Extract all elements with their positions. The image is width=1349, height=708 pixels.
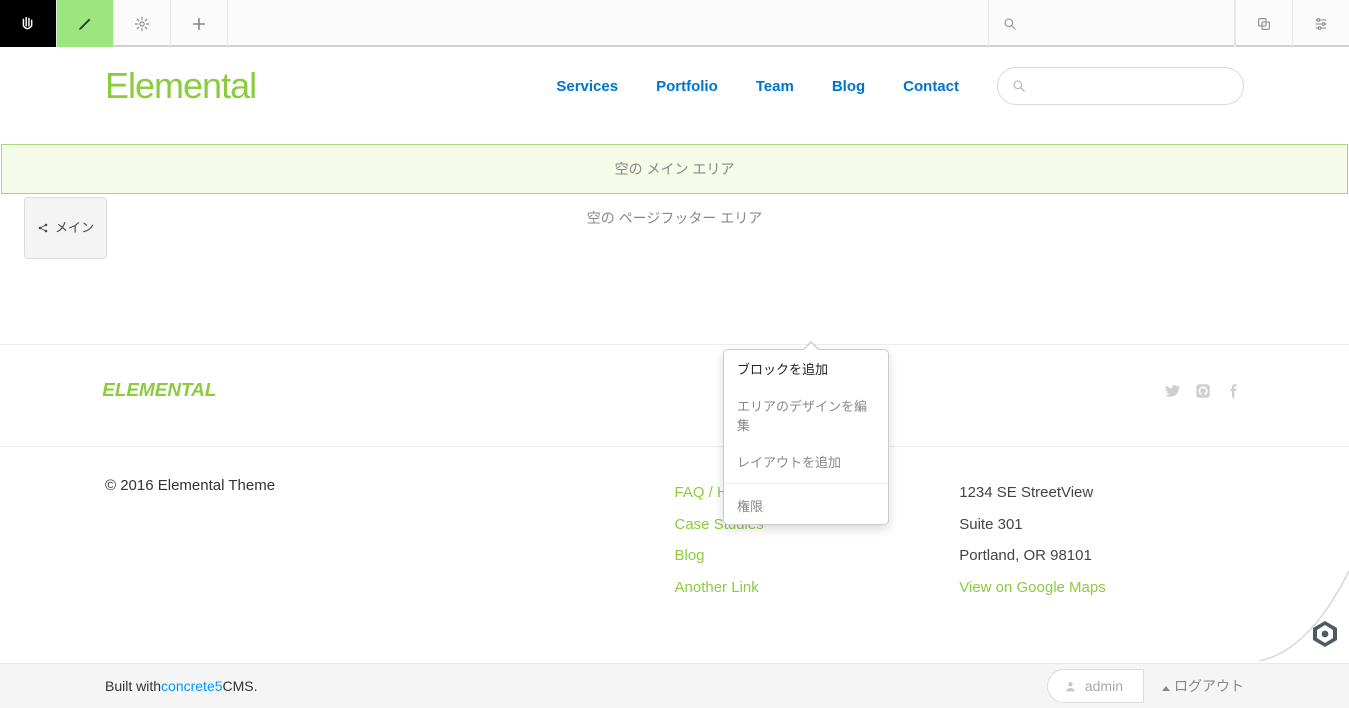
nav-services[interactable]: Services xyxy=(556,78,618,95)
page-footer-area[interactable]: 空の ページフッター エリア xyxy=(1,194,1348,244)
nav-team[interactable]: Team xyxy=(756,78,794,95)
footer-link-blog[interactable]: Blog xyxy=(675,540,960,572)
pencil-icon xyxy=(77,16,93,32)
concrete5-link[interactable]: concrete5 xyxy=(161,678,222,694)
twitter-icon[interactable] xyxy=(1162,382,1180,400)
area-context-menu: ブロックを追加 エリアのデザインを編集 レイアウトを追加 権限 xyxy=(723,349,889,525)
search-icon xyxy=(1012,79,1026,93)
menu-separator xyxy=(724,483,888,484)
menu-permissions[interactable]: 権限 xyxy=(724,487,888,524)
logout-text: ログアウト xyxy=(1174,678,1244,694)
menu-edit-design[interactable]: エリアのデザインを編集 xyxy=(724,387,888,443)
site-search[interactable] xyxy=(997,67,1244,105)
sliders-icon xyxy=(1313,16,1329,32)
main-nav: Services Portfolio Team Blog Contact xyxy=(556,78,959,95)
plus-icon xyxy=(191,16,207,32)
bottom-bar: Built with concrete5 CMS. admin ログアウト xyxy=(0,663,1349,708)
site-logo[interactable]: Elemental xyxy=(105,65,256,107)
caret-up-icon xyxy=(1162,686,1170,691)
main-area[interactable]: 空の メイン エリア メイン xyxy=(1,144,1348,194)
github-icon[interactable] xyxy=(1194,382,1212,400)
toolbar-spacer xyxy=(228,0,988,45)
footer-map-link[interactable]: View on Google Maps xyxy=(959,579,1105,596)
footer-link-another[interactable]: Another Link xyxy=(675,572,960,604)
dashboard-button[interactable] xyxy=(1292,0,1349,47)
edit-mode-button[interactable] xyxy=(57,0,114,47)
menu-add-block[interactable]: ブロックを追加 xyxy=(724,350,888,387)
nav-portfolio[interactable]: Portfolio xyxy=(656,78,718,95)
admin-toolbar xyxy=(0,0,1349,47)
page-footer-area-label: 空の ページフッター エリア xyxy=(587,210,763,226)
search-icon xyxy=(1003,17,1017,31)
main-area-label: 空の メイン エリア xyxy=(615,161,735,177)
social-icons xyxy=(1162,382,1244,400)
footer-logo: ELEMENTAL xyxy=(102,380,216,401)
admin-search[interactable] xyxy=(988,0,1235,47)
logout-link[interactable]: ログアウト xyxy=(1162,676,1244,696)
concrete5-logo-button[interactable] xyxy=(0,0,57,47)
facebook-icon[interactable] xyxy=(1226,382,1244,400)
copy-icon xyxy=(1256,16,1272,32)
addr-line-2: Suite 301 xyxy=(959,509,1244,541)
add-content-button[interactable] xyxy=(171,0,228,47)
gear-icon xyxy=(134,16,150,32)
footer-columns: © 2016 Elemental Theme FAQ / Help Case S… xyxy=(0,446,1349,663)
built-with-pre: Built with xyxy=(105,678,161,694)
edit-zone: 空の メイン エリア メイン 空の ページフッター エリア ブロックを追加 エリ… xyxy=(0,144,1349,244)
user-name: admin xyxy=(1085,678,1123,694)
nav-contact[interactable]: Contact xyxy=(903,78,959,95)
footer-address: 1234 SE StreetView Suite 301 Portland, O… xyxy=(959,477,1244,603)
addr-line-3: Portland, OR 98101 xyxy=(959,540,1244,572)
addr-line-1: 1234 SE StreetView xyxy=(959,477,1244,509)
menu-add-layout[interactable]: レイアウトを追加 xyxy=(724,443,888,480)
hand-icon xyxy=(17,13,39,35)
nav-blog[interactable]: Blog xyxy=(832,78,865,95)
footer-top: ELEMENTAL xyxy=(0,344,1349,446)
built-with-post: CMS. xyxy=(223,678,258,694)
copyright: © 2016 Elemental Theme xyxy=(105,477,390,603)
user-menu[interactable]: admin xyxy=(1047,669,1144,703)
user-icon xyxy=(1064,680,1077,693)
sitemap-button[interactable] xyxy=(1235,0,1292,47)
settings-button[interactable] xyxy=(114,0,171,47)
bottom-right: admin ログアウト xyxy=(1047,669,1244,703)
site-header: Elemental Services Portfolio Team Blog C… xyxy=(0,47,1349,119)
